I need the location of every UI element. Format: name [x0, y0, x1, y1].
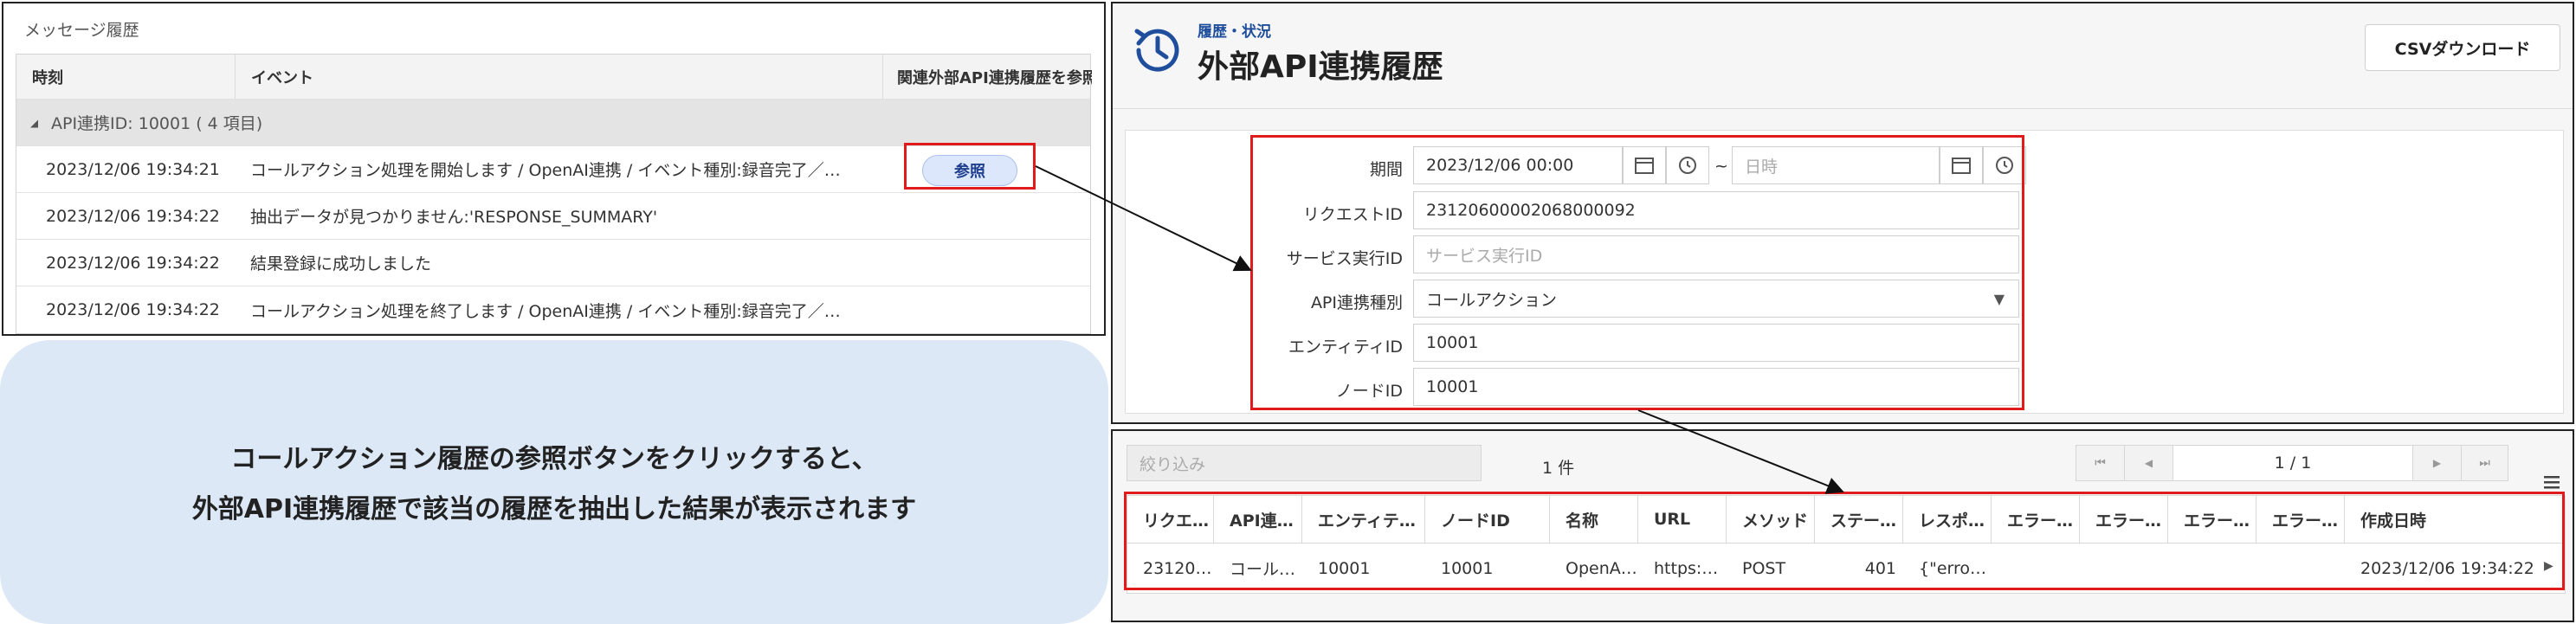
connector-arrows: [1035, 165, 1844, 494]
arrow-to-results: [1637, 409, 1844, 494]
arrow-to-form: [1035, 165, 1252, 272]
